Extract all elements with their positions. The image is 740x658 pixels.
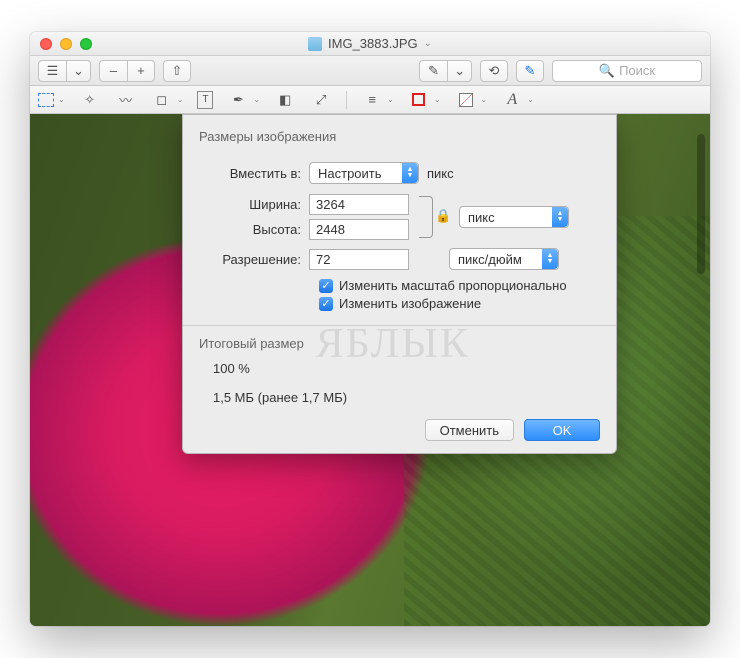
zoom-group: – + [99,60,155,82]
res-unit-value: пикс/дюйм [458,252,522,267]
search-placeholder: Поиск [619,63,655,78]
lasso-tool[interactable]: 〰 [115,91,137,109]
scrollbar-thumb[interactable] [697,134,705,274]
result-percent: 100 % [213,361,600,376]
chevron-down-icon[interactable]: ⌄ [177,95,184,104]
edit-toggle-button[interactable]: ✎ [516,60,544,82]
selection-tool[interactable] [38,93,54,107]
chevron-down-icon[interactable]: ⌄ [253,95,260,104]
main-toolbar: ☰ ⌄ – + ⇧ ✎ ⌄ ⟲ ✎ 🔍 Поиск [30,56,710,86]
chevron-down-icon[interactable]: ⌄ [527,95,534,104]
height-input[interactable]: 2448 [309,219,409,240]
vertical-scrollbar[interactable] [694,114,708,626]
resize-dialog: Размеры изображения Вместить в: Настроит… [182,114,617,454]
titlebar: IMG_3883.JPG ⌄ [30,32,710,56]
window-title: IMG_3883.JPG ⌄ [30,36,710,51]
select-arrows-icon: ▲▼ [402,163,418,183]
highlight-button[interactable]: ✎ [419,60,447,82]
cancel-button[interactable]: Отменить [425,419,514,441]
result-size: 1,5 МБ (ранее 1,7 МБ) [213,390,600,405]
select-arrows-icon: ▲▼ [552,207,568,227]
width-input[interactable]: 3264 [309,194,409,215]
markup-toolbar: ⌄ ✧ 〰 ◻ ⌄ T ✒ ⌄ ◧ ⤢ ≡ ⌄ ⌄ ⌄ A ⌄ [30,86,710,114]
dialog-title: Размеры изображения [199,129,600,144]
instant-alpha-tool[interactable]: ✧ [79,91,101,109]
chevron-down-icon[interactable]: ⌄ [58,95,65,104]
share-button[interactable]: ⇧ [163,60,191,82]
sign-tool[interactable]: ✒ [227,91,249,109]
text-tool[interactable]: T [197,91,213,109]
red-square-icon [412,93,425,106]
height-label: Высота: [199,222,309,237]
chevron-down-icon[interactable]: ⌄ [434,95,441,104]
line-weight-tool[interactable]: ≡ [361,91,383,109]
chevron-down-icon[interactable]: ⌄ [424,38,432,49]
app-window: IMG_3883.JPG ⌄ ☰ ⌄ – + ⇧ ✎ ⌄ ⟲ ✎ 🔍 Поиск… [30,32,710,626]
fit-unit: пикс [427,166,454,181]
search-field[interactable]: 🔍 Поиск [552,60,702,82]
markup-group: ✎ ⌄ [419,60,472,82]
width-label: Ширина: [199,197,309,212]
fit-select[interactable]: Настроить ▲▼ [309,162,419,184]
shapes-tool[interactable]: ◻ [151,91,173,109]
ok-button[interactable]: OK [524,419,600,441]
wh-unit-select[interactable]: пикс ▲▼ [459,206,569,228]
res-unit-select[interactable]: пикс/дюйм ▲▼ [449,248,559,270]
adjust-color-tool[interactable]: ◧ [274,91,296,109]
no-fill-icon [459,93,473,107]
wh-unit-value: пикс [468,210,495,225]
sidebar-button[interactable]: ☰ [38,60,66,82]
fit-value: Настроить [318,166,382,181]
filename-label: IMG_3883.JPG [328,36,418,51]
text-style-tool[interactable]: A [501,91,523,109]
zoom-in-button[interactable]: + [127,60,155,82]
highlight-menu-button[interactable]: ⌄ [447,60,472,82]
lock-icon[interactable]: 🔒 [435,208,451,224]
scale-proportionally-checkbox[interactable]: ✓ [319,279,333,293]
image-canvas: Размеры изображения Вместить в: Настроит… [30,114,710,626]
search-icon: 🔍 [599,63,615,79]
resolution-label: Разрешение: [199,252,309,267]
chevron-down-icon[interactable]: ⌄ [387,95,394,104]
resample-checkbox[interactable]: ✓ [319,297,333,311]
adjust-size-tool[interactable]: ⤢ [310,91,332,109]
zoom-out-button[interactable]: – [99,60,127,82]
sidebar-toggle-group: ☰ ⌄ [38,60,91,82]
border-color-tool[interactable] [408,91,430,109]
aspect-bracket [419,196,433,238]
resolution-input[interactable]: 72 [309,249,409,270]
sidebar-menu-button[interactable]: ⌄ [66,60,91,82]
scale-proportionally-label: Изменить масштаб пропорционально [339,278,567,293]
chevron-down-icon[interactable]: ⌄ [481,95,488,104]
resample-label: Изменить изображение [339,296,481,311]
fit-label: Вместить в: [199,166,309,181]
select-arrows-icon: ▲▼ [542,249,558,269]
fill-color-tool[interactable] [455,91,477,109]
file-type-icon [308,37,322,51]
rotate-button[interactable]: ⟲ [480,60,508,82]
result-title: Итоговый размер [199,336,600,351]
